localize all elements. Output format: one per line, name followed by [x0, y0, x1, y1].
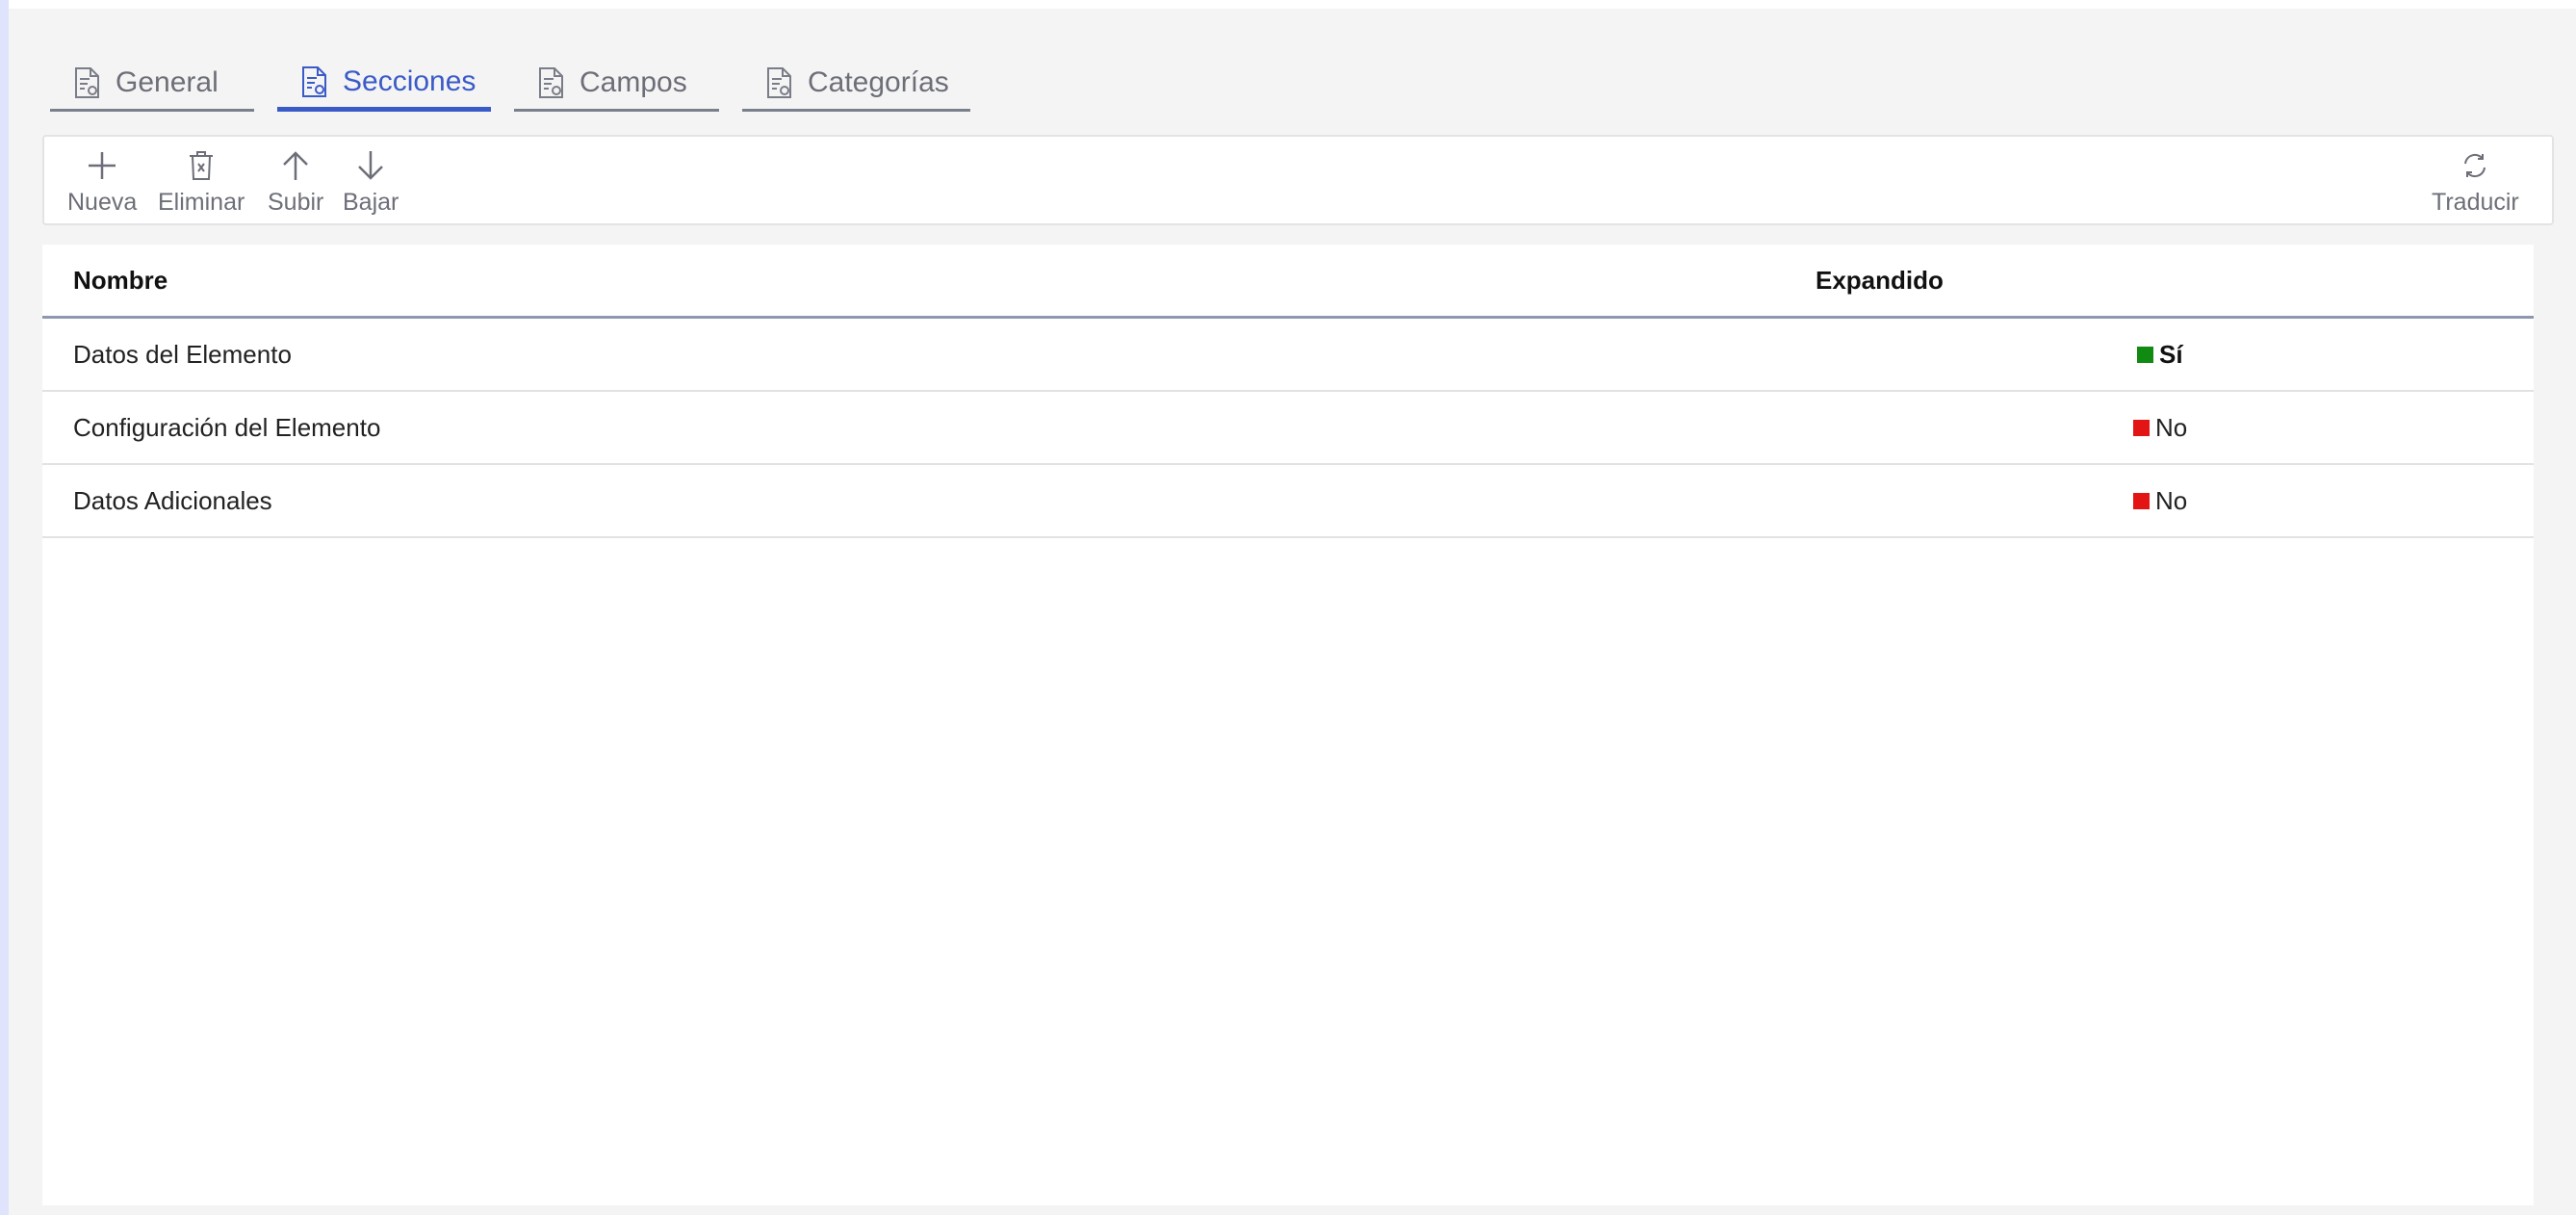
row-expandido: Sí: [2137, 340, 2183, 370]
subir-button[interactable]: Subir: [268, 144, 323, 217]
tab-label: Campos: [580, 65, 687, 98]
table-row[interactable]: Configuración del Elemento No: [42, 392, 2534, 465]
row-expandido: No: [2133, 486, 2187, 516]
document-settings-icon: [765, 66, 794, 99]
tab-label: Secciones: [343, 65, 477, 97]
subir-label: Subir: [268, 189, 324, 216]
refresh-icon: [2460, 144, 2489, 187]
table-row[interactable]: Datos Adicionales No: [42, 465, 2534, 538]
tab-label: General: [116, 65, 219, 98]
document-settings-icon: [537, 66, 566, 99]
plus-icon: [86, 144, 118, 187]
nueva-button[interactable]: Nueva: [67, 144, 137, 217]
toolbar: Nueva Eliminar Subir Bajar Traducir: [42, 135, 2554, 225]
arrow-down-icon: [354, 144, 387, 187]
bajar-button[interactable]: Bajar: [343, 144, 399, 217]
tab-label: Categorías: [808, 65, 949, 98]
row-expandido: No: [2133, 413, 2187, 443]
document-settings-icon: [300, 65, 329, 98]
table-row[interactable]: Datos del Elemento Sí: [42, 319, 2534, 392]
tab-campos[interactable]: Campos: [514, 56, 719, 112]
top-bar: [9, 0, 2576, 9]
document-settings-icon: [73, 66, 102, 99]
sections-table: Nombre Expandido Datos del Elemento Sí C…: [42, 245, 2534, 1205]
eliminar-label: Eliminar: [158, 189, 245, 216]
eliminar-button[interactable]: Eliminar: [158, 144, 245, 217]
bajar-label: Bajar: [343, 189, 399, 216]
status-square-icon: [2133, 420, 2150, 436]
table-header: Nombre Expandido: [42, 245, 2534, 319]
left-edge-strip: [0, 0, 9, 1215]
tab-general[interactable]: General: [50, 56, 254, 112]
trash-icon: [187, 144, 216, 187]
column-header-expandido[interactable]: Expandido: [1816, 266, 1944, 296]
traducir-button[interactable]: Traducir: [2432, 144, 2519, 217]
nueva-label: Nueva: [67, 189, 138, 216]
column-header-nombre[interactable]: Nombre: [73, 266, 167, 296]
row-nombre: Configuración del Elemento: [73, 413, 381, 442]
row-nombre: Datos Adicionales: [73, 486, 272, 515]
traducir-label: Traducir: [2432, 189, 2519, 216]
expandido-value: No: [2155, 413, 2188, 442]
arrow-up-icon: [279, 144, 312, 187]
expandido-value: Sí: [2159, 340, 2183, 369]
tab-categorias[interactable]: Categorías: [742, 56, 970, 112]
row-nombre: Datos del Elemento: [73, 340, 292, 369]
expandido-value: No: [2155, 486, 2188, 515]
status-square-icon: [2137, 347, 2153, 363]
tab-secciones[interactable]: Secciones: [277, 56, 491, 112]
status-square-icon: [2133, 493, 2150, 509]
tab-bar: General Secciones Campos Categorías: [50, 56, 970, 112]
